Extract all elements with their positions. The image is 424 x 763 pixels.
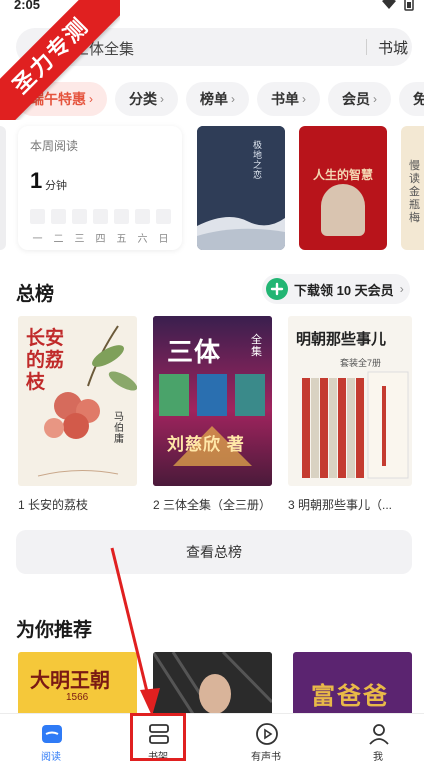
rank-book-cover-3[interactable]: 明朝那些事儿 套装全7册 xyxy=(288,316,412,486)
chip-ranking[interactable]: 榜单 › xyxy=(186,82,249,116)
chevron-right-icon: › xyxy=(160,92,164,106)
day-label: 三 xyxy=(74,234,85,245)
chip-category[interactable]: 分类 › xyxy=(115,82,178,116)
day-label: 一 xyxy=(32,234,43,245)
nav-label: 我 xyxy=(373,752,383,763)
recommend-title: 为你推荐 xyxy=(16,620,93,641)
recent-book-cover-2[interactable]: 人生的智慧 xyxy=(299,126,387,250)
chevron-right-icon: › xyxy=(231,92,235,106)
cover-author: 刘慈欣 著 xyxy=(167,435,245,454)
cover-title: 人生的智慧 xyxy=(312,168,373,182)
wifi-icon xyxy=(382,0,396,9)
day-bar xyxy=(72,209,87,224)
download-icon xyxy=(266,278,288,300)
chevron-right-icon: › xyxy=(302,92,306,106)
recommend-cover-1[interactable]: 大明王朝 1566 xyxy=(18,652,137,714)
rank-book-cover-1[interactable]: 长安的荔枝 马伯庸 xyxy=(18,316,137,486)
nav-label: 有声书 xyxy=(251,752,281,763)
box-set-illustration xyxy=(302,371,409,479)
day-bar xyxy=(30,209,45,224)
weekly-reading-title: 本周阅读 xyxy=(30,139,79,153)
search-bar[interactable]: 三体全集 书城 xyxy=(16,28,412,66)
cover-title: 富爸爸 xyxy=(311,683,389,710)
view-ranking-button[interactable]: 查看总榜 xyxy=(16,530,412,574)
profile-icon xyxy=(369,724,389,745)
nav-profile[interactable]: 我 xyxy=(338,714,418,763)
moon-illustration xyxy=(197,126,285,250)
download-promo-pill[interactable]: 下载领 10 天会员 › xyxy=(262,274,410,304)
battery-icon xyxy=(404,0,414,11)
cover-subtitle: 全集 xyxy=(251,334,262,358)
rank-book-caption-3[interactable]: 3 明朝那些事儿（... xyxy=(288,496,418,513)
rank-book-caption-2[interactable]: 2 三体全集（全三册） xyxy=(153,496,283,513)
previous-card-edge xyxy=(0,126,6,250)
chip-label: 榜单 xyxy=(200,91,228,107)
day-bar xyxy=(114,209,129,224)
cover-title: 三体 xyxy=(167,337,222,367)
rank-book-caption-1[interactable]: 1 长安的荔枝 xyxy=(18,496,148,513)
recent-book-cover-1[interactable]: 极地之恋 xyxy=(197,126,285,250)
chip-label: 分类 xyxy=(129,91,157,107)
read-icon xyxy=(42,725,62,743)
day-label: 日 xyxy=(158,234,169,245)
search-divider xyxy=(366,39,367,55)
status-bar: 2:05 xyxy=(0,0,424,14)
cover-title: 慢读金瓶梅 xyxy=(409,160,420,224)
cover-title: 极地之恋 xyxy=(253,140,263,180)
nav-read[interactable]: 阅读 xyxy=(11,714,91,763)
lychee-illustration xyxy=(37,325,137,477)
chip-dragon-boat-sale[interactable]: 端午特惠 › xyxy=(16,82,107,116)
day-label: 二 xyxy=(53,234,64,245)
chip-label: 书单 xyxy=(271,91,299,107)
weekly-reading-value: 1 xyxy=(30,168,43,193)
chip-label: 端午特惠 xyxy=(30,91,86,107)
portrait-illustration xyxy=(321,184,365,236)
portrait-illustration xyxy=(153,652,272,714)
week-bars xyxy=(30,209,171,224)
bookstore-button[interactable]: 书城 xyxy=(378,37,408,58)
recent-book-cover-3[interactable]: 慢读金瓶梅 xyxy=(401,126,424,250)
day-bar xyxy=(135,209,150,224)
audiobook-icon xyxy=(256,723,278,745)
week-days: 一 二 三 四 五 六 日 xyxy=(30,230,171,245)
day-bar xyxy=(156,209,171,224)
chip-label: 会员 xyxy=(342,91,370,107)
chip-booklist[interactable]: 书单 › xyxy=(257,82,320,116)
chevron-right-icon: › xyxy=(89,92,93,106)
day-bar xyxy=(93,209,108,224)
cover-title: 大明王朝 xyxy=(30,670,110,692)
nav-label: 阅读 xyxy=(41,752,61,763)
chevron-right-icon: › xyxy=(373,92,377,106)
recommend-cover-2[interactable] xyxy=(153,652,272,714)
cover-author: 马伯庸 xyxy=(114,412,124,445)
bottom-nav: 阅读 书架 有声书 我 xyxy=(0,713,424,763)
cover-subtitle: 1566 xyxy=(66,692,89,703)
recommend-cover-3[interactable]: 富爸爸 xyxy=(293,652,412,714)
download-promo-text: 下载领 10 天会员 xyxy=(294,282,394,298)
nav-audiobook[interactable]: 有声书 xyxy=(226,714,306,763)
search-placeholder[interactable]: 三体全集 xyxy=(74,38,134,59)
day-label: 五 xyxy=(116,234,127,245)
ranking-title: 总榜 xyxy=(16,284,55,305)
day-label: 四 xyxy=(95,234,106,245)
chip-label: 免 xyxy=(413,91,424,107)
rank-book-cover-2[interactable]: 三体 全集 刘慈欣 著 xyxy=(153,316,272,486)
day-label: 六 xyxy=(137,234,148,245)
weekly-reading-card[interactable]: 本周阅读 1 分钟 一 二 三 四 五 六 日 xyxy=(18,126,182,250)
status-icons xyxy=(382,0,414,11)
chevron-right-icon: › xyxy=(399,282,404,296)
chip-membership[interactable]: 会员 › xyxy=(328,82,391,116)
weekly-reading-unit: 分钟 xyxy=(45,180,67,192)
day-bar xyxy=(51,209,66,224)
status-time: 2:05 xyxy=(14,0,41,12)
chip-free[interactable]: 免 xyxy=(399,82,424,116)
highlight-box xyxy=(130,713,186,761)
category-chips: 端午特惠 › 分类 › 榜单 › 书单 › 会员 › 免 xyxy=(16,82,424,116)
